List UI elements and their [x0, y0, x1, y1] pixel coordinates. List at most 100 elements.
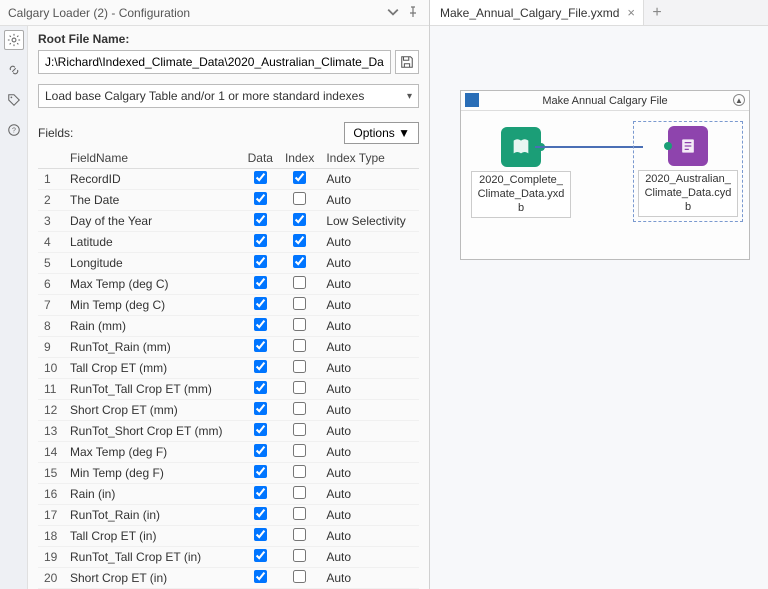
table-row[interactable]: 13RunTot_Short Crop ET (mm)Auto: [38, 421, 419, 442]
row-number: 6: [38, 274, 64, 295]
data-checkbox[interactable]: [254, 507, 267, 520]
index-checkbox[interactable]: [293, 423, 306, 436]
index-type: Auto: [320, 547, 419, 568]
index-checkbox[interactable]: [293, 297, 306, 310]
pin-icon[interactable]: [407, 6, 421, 20]
collapse-chevron-icon[interactable]: [387, 6, 401, 20]
close-icon[interactable]: ×: [627, 5, 635, 20]
table-row[interactable]: 17RunTot_Rain (in)Auto: [38, 505, 419, 526]
container-collapse-icon[interactable]: ▲: [733, 94, 745, 106]
table-row[interactable]: 3Day of the YearLow Selectivity: [38, 211, 419, 232]
table-row[interactable]: 18Tall Crop ET (in)Auto: [38, 526, 419, 547]
data-checkbox[interactable]: [254, 465, 267, 478]
add-tab-button[interactable]: +: [644, 0, 670, 25]
workflow-tab[interactable]: Make_Annual_Calgary_File.yxmd ×: [430, 0, 644, 25]
table-row[interactable]: 10Tall Crop ET (mm)Auto: [38, 358, 419, 379]
data-checkbox[interactable]: [254, 402, 267, 415]
table-row[interactable]: 5LongitudeAuto: [38, 253, 419, 274]
data-checkbox[interactable]: [254, 528, 267, 541]
index-checkbox[interactable]: [293, 276, 306, 289]
index-checkbox[interactable]: [293, 549, 306, 562]
output-node[interactable]: 2020_Australian_Climate_Data.cydb: [638, 126, 738, 217]
table-row[interactable]: 8Rain (mm)Auto: [38, 316, 419, 337]
table-row[interactable]: 9RunTot_Rain (mm)Auto: [38, 337, 419, 358]
table-row[interactable]: 15Min Temp (deg F)Auto: [38, 463, 419, 484]
fields-table: FieldName Data Index Index Type 1RecordI…: [38, 148, 419, 589]
data-checkbox[interactable]: [254, 360, 267, 373]
data-checkbox[interactable]: [254, 318, 267, 331]
index-checkbox[interactable]: [293, 339, 306, 352]
index-type: Auto: [320, 526, 419, 547]
gear-icon[interactable]: [4, 30, 24, 50]
index-checkbox[interactable]: [293, 528, 306, 541]
data-checkbox[interactable]: [254, 486, 267, 499]
row-number: 1: [38, 169, 64, 190]
index-checkbox[interactable]: [293, 213, 306, 226]
row-number: 19: [38, 547, 64, 568]
save-icon[interactable]: [395, 50, 419, 74]
row-number: 3: [38, 211, 64, 232]
table-row[interactable]: 1RecordIDAuto: [38, 169, 419, 190]
data-checkbox[interactable]: [254, 234, 267, 247]
index-type: Auto: [320, 400, 419, 421]
table-row[interactable]: 14Max Temp (deg F)Auto: [38, 442, 419, 463]
container-icon: [465, 93, 479, 107]
fields-label: Fields:: [38, 126, 73, 140]
col-fieldname: FieldName: [64, 148, 242, 169]
index-checkbox[interactable]: [293, 381, 306, 394]
input-anchor[interactable]: [664, 142, 672, 150]
link-icon[interactable]: [4, 60, 24, 80]
mode-dropdown[interactable]: Load base Calgary Table and/or 1 or more…: [38, 84, 419, 108]
table-row[interactable]: 2The DateAuto: [38, 190, 419, 211]
index-checkbox[interactable]: [293, 465, 306, 478]
index-checkbox[interactable]: [293, 444, 306, 457]
table-row[interactable]: 6Max Temp (deg C)Auto: [38, 274, 419, 295]
data-checkbox[interactable]: [254, 255, 267, 268]
index-checkbox[interactable]: [293, 255, 306, 268]
index-checkbox[interactable]: [293, 360, 306, 373]
tool-container[interactable]: Make Annual Calgary File ▲ 2020_Complete…: [460, 90, 750, 260]
table-row[interactable]: 19RunTot_Tall Crop ET (in)Auto: [38, 547, 419, 568]
index-checkbox[interactable]: [293, 318, 306, 331]
index-checkbox[interactable]: [293, 486, 306, 499]
svg-text:?: ?: [12, 128, 16, 135]
input-node[interactable]: 2020_Complete_Climate_Data.yxdb: [471, 127, 571, 218]
data-checkbox[interactable]: [254, 192, 267, 205]
data-checkbox[interactable]: [254, 549, 267, 562]
index-checkbox[interactable]: [293, 402, 306, 415]
tag-icon[interactable]: [4, 90, 24, 110]
index-checkbox[interactable]: [293, 234, 306, 247]
data-checkbox[interactable]: [254, 444, 267, 457]
field-name: Min Temp (deg F): [64, 463, 242, 484]
index-checkbox[interactable]: [293, 192, 306, 205]
data-checkbox[interactable]: [254, 570, 267, 583]
mode-dropdown-value: Load base Calgary Table and/or 1 or more…: [45, 89, 364, 103]
table-row[interactable]: 7Min Temp (deg C)Auto: [38, 295, 419, 316]
index-checkbox[interactable]: [293, 570, 306, 583]
table-row[interactable]: 20Short Crop ET (in)Auto: [38, 568, 419, 589]
data-checkbox[interactable]: [254, 423, 267, 436]
index-type: Auto: [320, 274, 419, 295]
row-number: 13: [38, 421, 64, 442]
root-file-input[interactable]: [38, 50, 391, 74]
data-checkbox[interactable]: [254, 171, 267, 184]
index-checkbox[interactable]: [293, 507, 306, 520]
data-checkbox[interactable]: [254, 276, 267, 289]
connector[interactable]: [535, 146, 643, 148]
field-name: The Date: [64, 190, 242, 211]
table-row[interactable]: 16Rain (in)Auto: [38, 484, 419, 505]
table-row[interactable]: 12Short Crop ET (mm)Auto: [38, 400, 419, 421]
data-checkbox[interactable]: [254, 297, 267, 310]
table-row[interactable]: 11RunTot_Tall Crop ET (mm)Auto: [38, 379, 419, 400]
index-checkbox[interactable]: [293, 171, 306, 184]
tab-bar: Make_Annual_Calgary_File.yxmd × +: [430, 0, 768, 26]
field-name: Min Temp (deg C): [64, 295, 242, 316]
table-row[interactable]: 4LatitudeAuto: [38, 232, 419, 253]
canvas[interactable]: Make Annual Calgary File ▲ 2020_Complete…: [430, 26, 768, 589]
data-checkbox[interactable]: [254, 213, 267, 226]
field-name: RunTot_Short Crop ET (mm): [64, 421, 242, 442]
data-checkbox[interactable]: [254, 381, 267, 394]
help-icon[interactable]: ?: [4, 120, 24, 140]
data-checkbox[interactable]: [254, 339, 267, 352]
options-button[interactable]: Options ▼: [344, 122, 419, 144]
